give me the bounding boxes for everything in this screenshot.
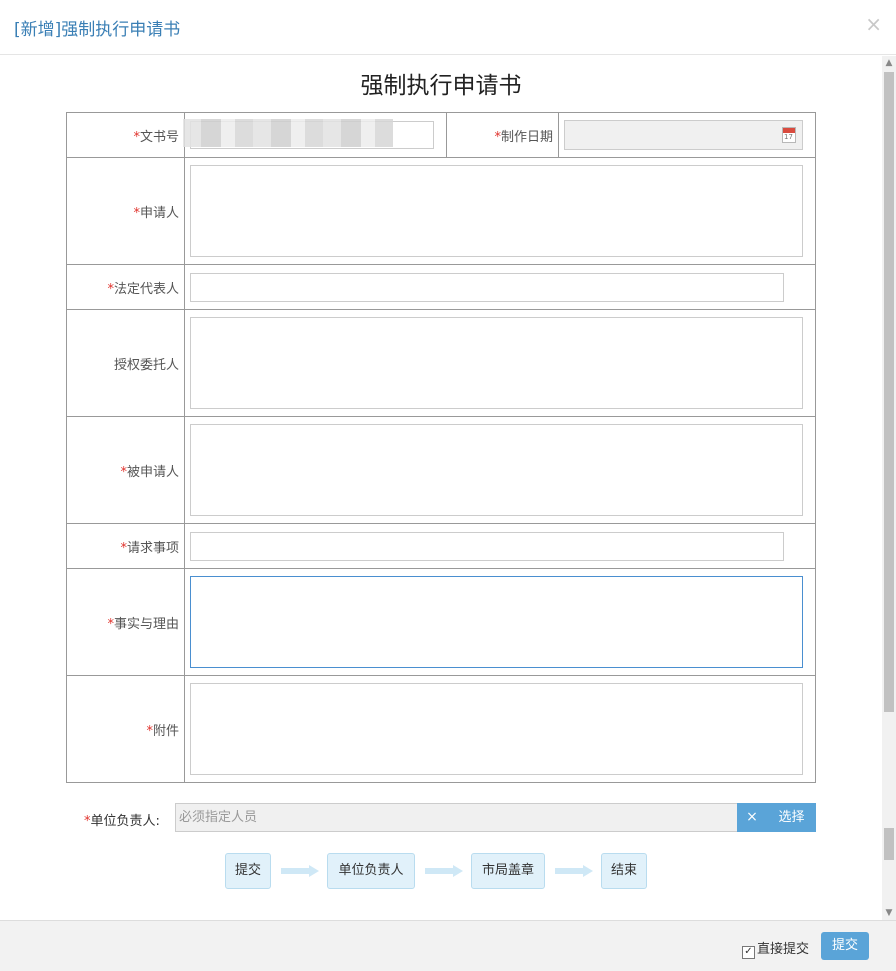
facts-textarea[interactable]	[190, 576, 803, 668]
flow-step-end: 结束	[601, 853, 647, 889]
direct-submit-toggle[interactable]: ✓ 直接提交	[742, 938, 809, 959]
checkbox-checked-icon[interactable]: ✓	[742, 946, 755, 959]
request-input[interactable]	[190, 531, 784, 561]
respondent-label: *被申请人	[66, 416, 185, 524]
legal-rep-label: *法定代表人	[66, 264, 185, 310]
flow-arrow-icon	[281, 865, 319, 877]
applicant-textarea[interactable]	[190, 165, 803, 257]
responsible-input[interactable]: 必须指定人员	[175, 803, 738, 832]
document-title: 强制执行申请书	[360, 73, 522, 99]
flow-arrow-icon	[555, 865, 593, 877]
facts-label: *事实与理由	[66, 568, 185, 676]
scroll-up-icon[interactable]: ▲	[882, 56, 896, 70]
select-responsible-button[interactable]: 选择	[767, 803, 816, 832]
attachment-label: *附件	[66, 675, 185, 783]
responsible-person-row: *单位负责人: 必须指定人员 × 选择	[84, 803, 816, 832]
close-icon[interactable]: ×	[865, 14, 882, 34]
date-label: *制作日期	[446, 112, 559, 158]
respondent-textarea[interactable]	[190, 424, 803, 516]
application-form: *文书号 *制作日期 *申请人 *法定代表人 授权委托人	[66, 112, 816, 783]
vertical-scrollbar[interactable]: ▲ ▼	[882, 56, 896, 920]
request-label: *请求事项	[66, 523, 185, 569]
attachment-textarea[interactable]	[190, 683, 803, 775]
dialog-header: [新增]强制执行申请书 ×	[0, 0, 896, 55]
redacted-doc-no	[183, 119, 393, 147]
calendar-icon[interactable]	[782, 127, 796, 143]
scrollbar-thumb[interactable]	[884, 72, 894, 712]
direct-submit-label: 直接提交	[757, 942, 810, 957]
submit-button[interactable]: 提交	[821, 932, 869, 960]
doc-no-label: *文书号	[66, 112, 185, 158]
dialog-title: [新增]强制执行申请书	[14, 20, 181, 40]
workflow-steps: 提交 单位负责人 市局盖章 结束	[0, 853, 882, 889]
agent-label: 授权委托人	[66, 309, 185, 417]
flow-arrow-icon	[425, 865, 463, 877]
date-input[interactable]	[564, 120, 803, 150]
dialog-footer: ✓ 直接提交 提交	[0, 920, 896, 971]
scroll-down-icon[interactable]: ▼	[882, 906, 896, 920]
responsible-label: *单位负责人:	[84, 814, 160, 829]
flow-step-stamp: 市局盖章	[471, 853, 545, 889]
flow-step-submit: 提交	[225, 853, 271, 889]
applicant-label: *申请人	[66, 157, 185, 265]
clear-responsible-button[interactable]: ×	[737, 803, 767, 832]
legal-rep-input[interactable]	[190, 272, 784, 302]
agent-textarea[interactable]	[190, 317, 803, 409]
flow-step-responsible: 单位负责人	[327, 853, 415, 889]
scrollbar-thumb-secondary[interactable]	[884, 828, 894, 860]
